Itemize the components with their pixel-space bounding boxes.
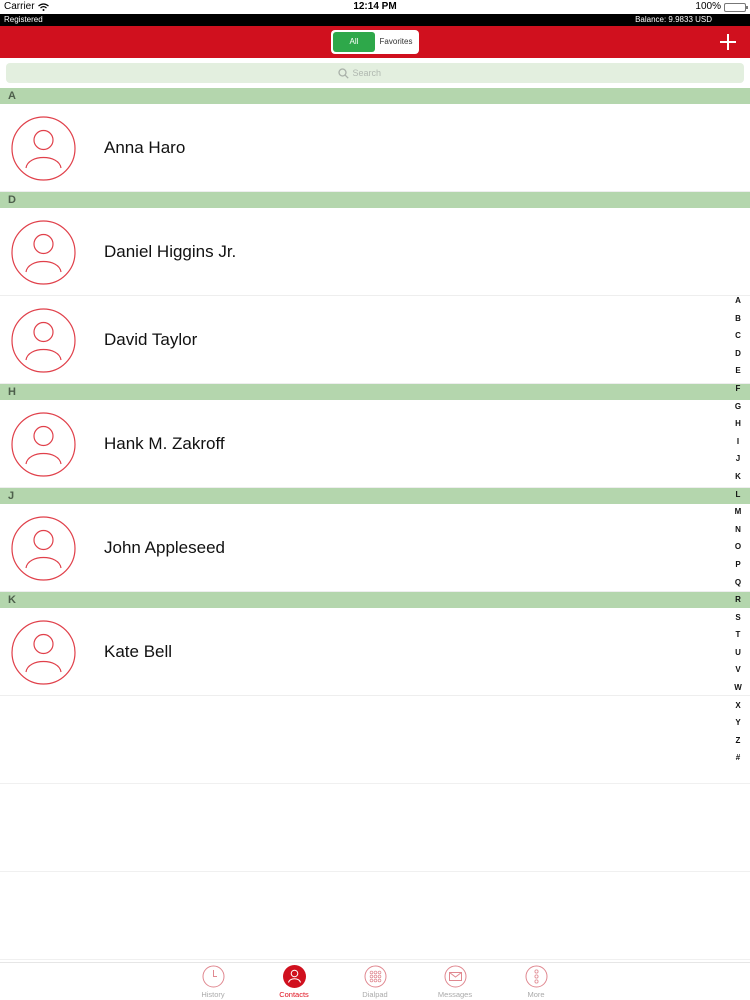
index-letter[interactable]: Q (732, 574, 744, 592)
balance-label: Balance: 9.9833 USD (635, 15, 712, 24)
registration-status: Registered (4, 15, 43, 24)
envelope-icon (444, 965, 467, 988)
battery-percent: 100% (695, 1, 721, 12)
battery-info: 100% (695, 0, 748, 14)
index-letter[interactable]: I (732, 433, 744, 451)
contact-row[interactable]: Hank M. Zakroff (0, 400, 750, 488)
index-letter[interactable]: G (732, 398, 744, 416)
section-index: A B C D E F G H I J K L M N O P Q R S T U V W X Y Z # (732, 292, 744, 767)
avatar-placeholder-icon (11, 412, 76, 477)
tab-dialpad[interactable]: Dialpad (345, 965, 405, 999)
segment-favorites[interactable]: Favorites (375, 32, 417, 52)
index-letter[interactable]: C (732, 327, 744, 345)
index-letter[interactable]: X (732, 697, 744, 715)
contact-row[interactable]: Kate Bell (0, 608, 750, 696)
contact-name: Hank M. Zakroff (104, 434, 225, 453)
contact-name: Anna Haro (104, 138, 186, 157)
index-letter[interactable]: L (732, 486, 744, 504)
contact-name: David Taylor (104, 330, 198, 349)
index-letter[interactable]: V (732, 661, 744, 679)
contact-name: John Appleseed (104, 538, 225, 557)
contact-name: Kate Bell (104, 642, 173, 661)
index-letter[interactable]: D (732, 345, 744, 363)
tab-label: Dialpad (362, 990, 388, 999)
account-bar: Registered Balance: 9.9833 USD (0, 14, 750, 26)
search-field[interactable] (6, 63, 744, 83)
empty-row (0, 784, 750, 872)
dialpad-icon (364, 965, 387, 988)
tab-more[interactable]: More (506, 965, 566, 999)
clock-icon (202, 965, 225, 988)
search-area (0, 58, 750, 88)
avatar-placeholder-icon (11, 116, 76, 181)
index-letter[interactable]: J (732, 450, 744, 468)
section-header: A (0, 88, 750, 104)
index-letter[interactable]: E (732, 362, 744, 380)
avatar-placeholder-icon (11, 516, 76, 581)
index-letter[interactable]: H (732, 415, 744, 433)
contact-list: A Anna Haro D Daniel Higgins Jr. David Taylo… (0, 88, 750, 960)
battery-icon (724, 2, 748, 12)
segment-all[interactable]: All (333, 32, 375, 52)
tab-history[interactable]: History (183, 965, 243, 999)
empty-row (0, 872, 750, 960)
index-letter[interactable]: B (732, 310, 744, 328)
tab-messages[interactable]: Messages (425, 965, 485, 999)
index-letter[interactable]: S (732, 609, 744, 627)
search-input[interactable] (352, 68, 413, 78)
avatar-placeholder-icon (11, 220, 76, 285)
index-letter[interactable]: W (732, 679, 744, 697)
tab-bar: History Contacts Dialpad Messages More (0, 962, 750, 1000)
index-letter[interactable]: N (732, 521, 744, 539)
status-time: 12:14 PM (353, 1, 397, 12)
contact-row[interactable]: John Appleseed (0, 504, 750, 592)
avatar-placeholder-icon (11, 308, 76, 373)
index-letter[interactable]: T (732, 626, 744, 644)
index-letter[interactable]: P (732, 556, 744, 574)
search-icon (337, 67, 349, 79)
avatar-placeholder-icon (11, 620, 76, 685)
index-letter[interactable]: F (732, 380, 744, 398)
section-header: K (0, 592, 750, 608)
tab-contacts[interactable]: Contacts (264, 965, 324, 999)
section-header: D (0, 192, 750, 208)
section-header: H (0, 384, 750, 400)
tab-label: Messages (437, 990, 473, 999)
tab-label: History (201, 990, 225, 999)
more-icon (525, 965, 548, 988)
index-letter[interactable]: O (732, 538, 744, 556)
nav-bar: All Favorites (0, 26, 750, 58)
contact-name: Daniel Higgins Jr. (104, 242, 237, 261)
index-letter[interactable]: K (732, 468, 744, 486)
tab-label: More (527, 990, 545, 999)
index-letter[interactable]: A (732, 292, 744, 310)
contact-row[interactable]: David Taylor (0, 296, 750, 384)
index-letter[interactable]: Z (732, 732, 744, 750)
index-letter[interactable]: U (732, 644, 744, 662)
index-letter[interactable]: Y (732, 714, 744, 732)
index-letter[interactable]: # (732, 749, 744, 767)
tab-label: Contacts (279, 990, 309, 999)
add-contact-button[interactable] (718, 32, 738, 52)
status-bar: Carrier 12:14 PM 100% (0, 0, 750, 14)
filter-segmented-control: All Favorites (331, 30, 419, 54)
index-letter[interactable]: R (732, 591, 744, 609)
app-root: Carrier 12:14 PM 100% Registered Balance… (0, 0, 750, 1000)
contact-row[interactable]: Daniel Higgins Jr. (0, 208, 750, 296)
contact-row[interactable]: Anna Haro (0, 104, 750, 192)
index-letter[interactable]: M (732, 503, 744, 521)
empty-row (0, 696, 750, 784)
section-header: J (0, 488, 750, 504)
person-icon (282, 965, 306, 988)
